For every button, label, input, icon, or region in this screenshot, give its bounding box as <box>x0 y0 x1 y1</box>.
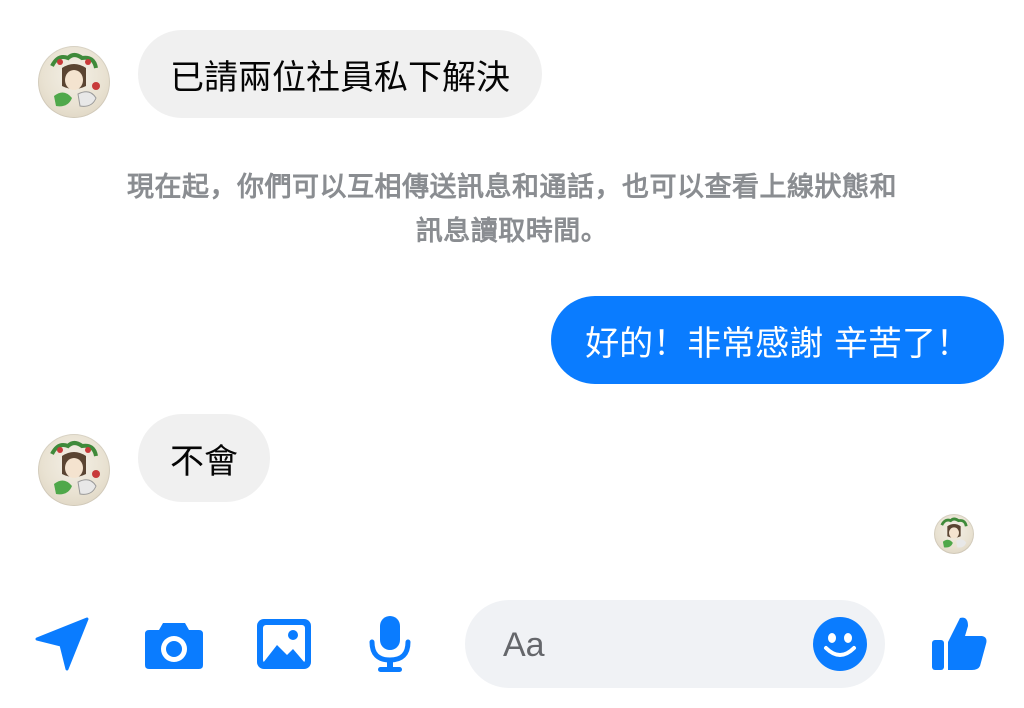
emoji-icon[interactable] <box>811 615 869 673</box>
read-receipt-avatar <box>934 514 974 554</box>
message-bubble-outgoing[interactable]: 好的！非常感謝 辛苦了！ <box>551 296 1004 384</box>
chat-screen: 已請兩位社員私下解決 現在起，你們可以互相傳送訊息和通話，也可以查看上線狀態和 … <box>0 0 1024 708</box>
message-input[interactable] <box>501 618 805 672</box>
message-text: 已請兩位社員私下解決 <box>170 57 510 98</box>
message-text: 不會 <box>170 441 238 482</box>
contact-avatar[interactable] <box>38 46 110 118</box>
message-bubble-incoming[interactable]: 不會 <box>138 414 270 502</box>
microphone-icon[interactable] <box>358 612 422 676</box>
avatar-illustration-icon <box>940 517 968 548</box>
connection-notice-line1: 現在起，你們可以互相傳送訊息和通話，也可以查看上線狀態和 <box>127 172 897 203</box>
contact-avatar[interactable] <box>38 434 110 506</box>
connection-notice: 現在起，你們可以互相傳送訊息和通話，也可以查看上線狀態和 訊息讀取時間。 <box>40 166 984 254</box>
thumbs-up-icon[interactable] <box>926 610 992 676</box>
connection-notice-line2: 訊息讀取時間。 <box>415 216 609 247</box>
avatar-illustration-icon <box>50 53 100 107</box>
message-composer[interactable] <box>465 600 885 688</box>
avatar-illustration-icon <box>50 441 100 495</box>
location-arrow-icon[interactable] <box>30 612 94 676</box>
camera-icon[interactable] <box>142 612 206 676</box>
message-bubble-incoming[interactable]: 已請兩位社員私下解決 <box>138 30 542 118</box>
message-text: 好的！非常感謝 辛苦了！ <box>585 323 970 364</box>
image-icon[interactable] <box>252 612 316 676</box>
